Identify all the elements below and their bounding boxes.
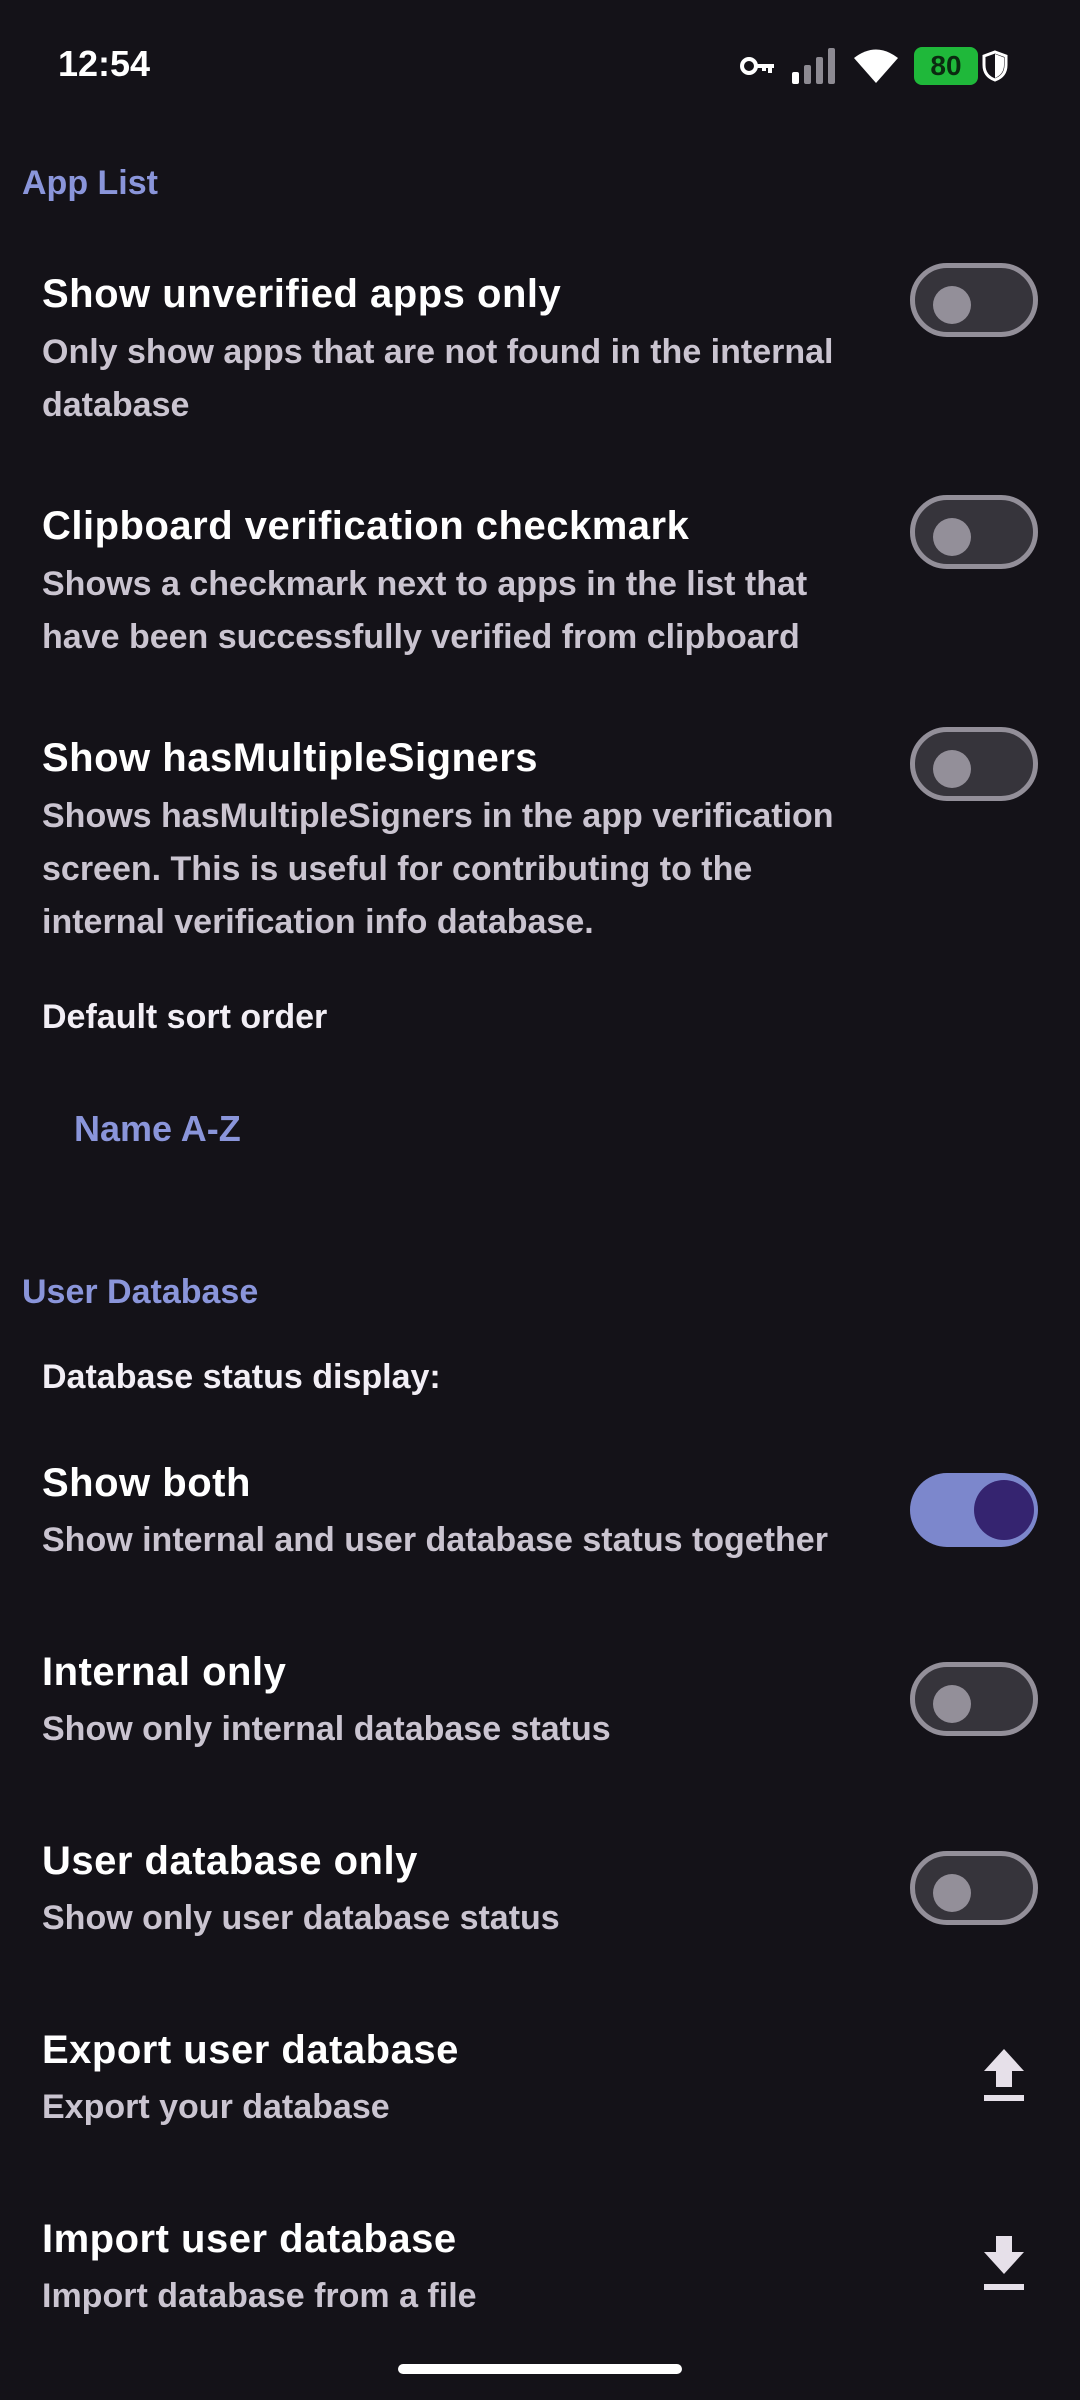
switch-thumb [933,286,971,324]
show-unverified-title: Show unverified apps only [42,272,562,316]
import-database-subtitle: Import database from a file [42,2277,477,2315]
import-database-title[interactable]: Import user database [42,2214,457,2264]
show-both-title: Show both [42,1461,251,1505]
switch-thumb [933,518,971,556]
status-time: 12:54 [58,43,151,84]
status-display-label: Database status display: [42,1358,441,1396]
shield-icon [982,50,1008,82]
show-unverified-switch[interactable] [910,263,1038,337]
clipboard-checkmark-title: Clipboard verification checkmark [42,504,690,548]
switch-thumb [974,1480,1034,1540]
clipboard-checkmark-subtitle: Shows a checkmark next to apps in the li… [42,565,808,656]
sort-order-value[interactable]: Name A-Z [74,1107,241,1151]
multiple-signers-title: Show hasMultipleSigners [42,736,539,780]
switch-thumb [933,750,971,788]
user-only-switch[interactable] [910,1851,1038,1925]
clipboard-checkmark-switch[interactable] [910,495,1038,569]
battery-indicator: 80 [914,47,1008,85]
wifi-icon [854,49,898,83]
internal-only-title: Internal only [42,1650,287,1694]
user-only-subtitle: Show only user database status [42,1899,560,1937]
show-unverified-subtitle: Only show apps that are not found in the… [42,333,834,424]
export-database-title[interactable]: Export user database [42,2025,459,2075]
sort-order-label: Default sort order [42,998,328,1036]
internal-only-subtitle: Show only internal database status [42,1710,611,1748]
show-both-subtitle: Show internal and user database status t… [42,1521,828,1559]
multiple-signers-switch[interactable] [910,727,1038,801]
vpn-key-icon [740,57,774,75]
status-icons: 80 [740,44,1008,88]
section-header-app-list: App List [22,164,158,202]
section-header-user-database: User Database [22,1273,259,1311]
multiple-signers-subtitle: Shows hasMultipleSigners in the app veri… [42,797,834,941]
export-database-subtitle: Export your database [42,2088,390,2126]
battery-level: 80 [914,47,978,85]
switch-thumb [933,1874,971,1912]
internal-only-switch[interactable] [910,1662,1038,1736]
switch-thumb [933,1685,971,1723]
download-icon[interactable] [980,2236,1028,2292]
show-both-switch[interactable] [910,1473,1038,1547]
home-indicator[interactable] [398,2364,682,2374]
upload-icon[interactable] [980,2047,1028,2103]
signal-icon [792,48,835,84]
user-only-title: User database only [42,1839,418,1883]
